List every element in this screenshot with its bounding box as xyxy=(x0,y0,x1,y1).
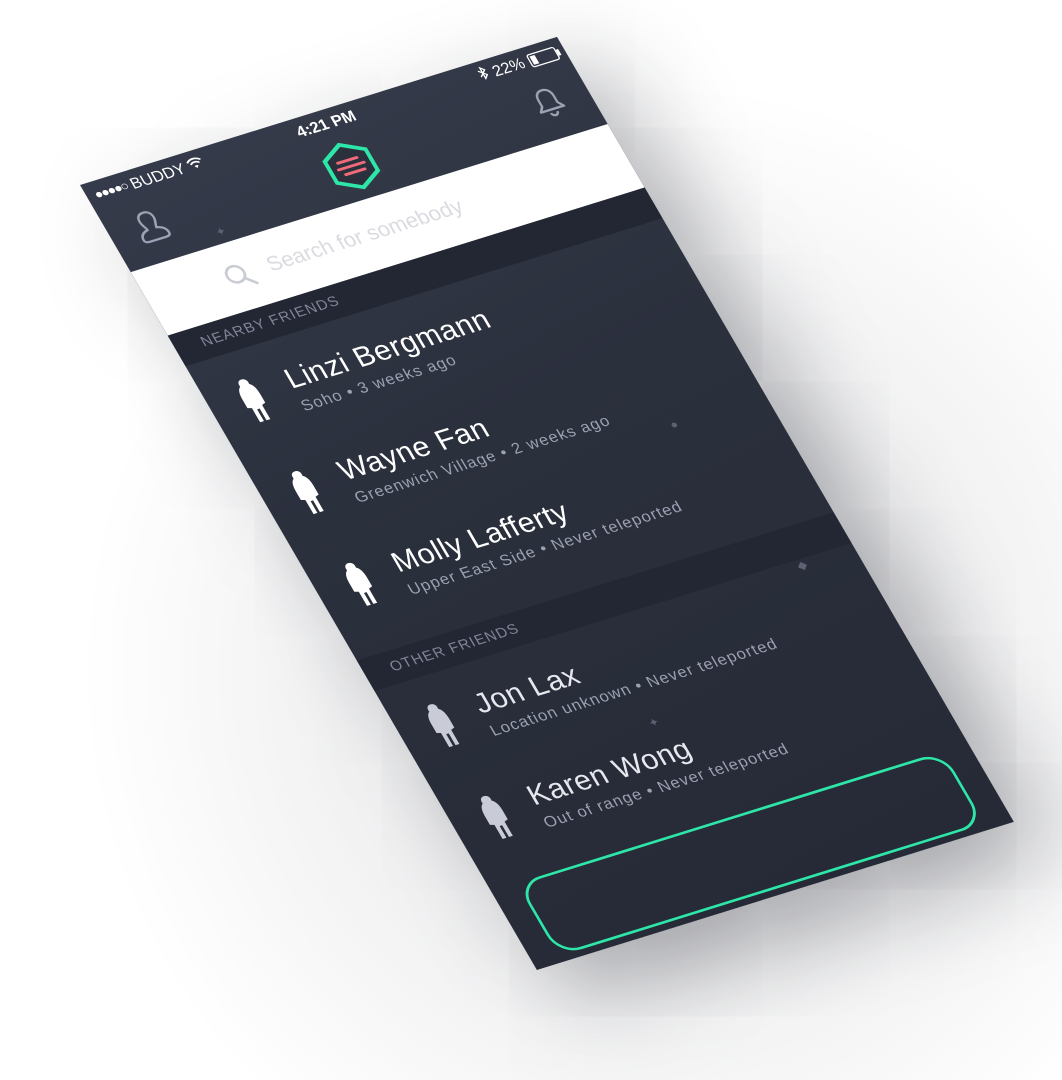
app-logo[interactable] xyxy=(310,133,392,199)
notifications-button[interactable] xyxy=(516,78,583,131)
person-silhouette-icon xyxy=(416,698,469,753)
phone-screen: ●●●●○ BUDDY 4:21 PM 22% Search for someb… xyxy=(80,36,1014,971)
person-silhouette-icon xyxy=(227,373,280,428)
person-silhouette-icon xyxy=(334,557,387,612)
person-silhouette-icon xyxy=(470,790,523,845)
person-silhouette-icon xyxy=(281,465,334,520)
bell-icon xyxy=(524,81,576,127)
stage: ●●●●○ BUDDY 4:21 PM 22% Search for someb… xyxy=(0,0,1062,1080)
profile-button[interactable] xyxy=(118,201,185,254)
person-outline-icon xyxy=(124,204,180,253)
search-icon xyxy=(218,259,261,294)
